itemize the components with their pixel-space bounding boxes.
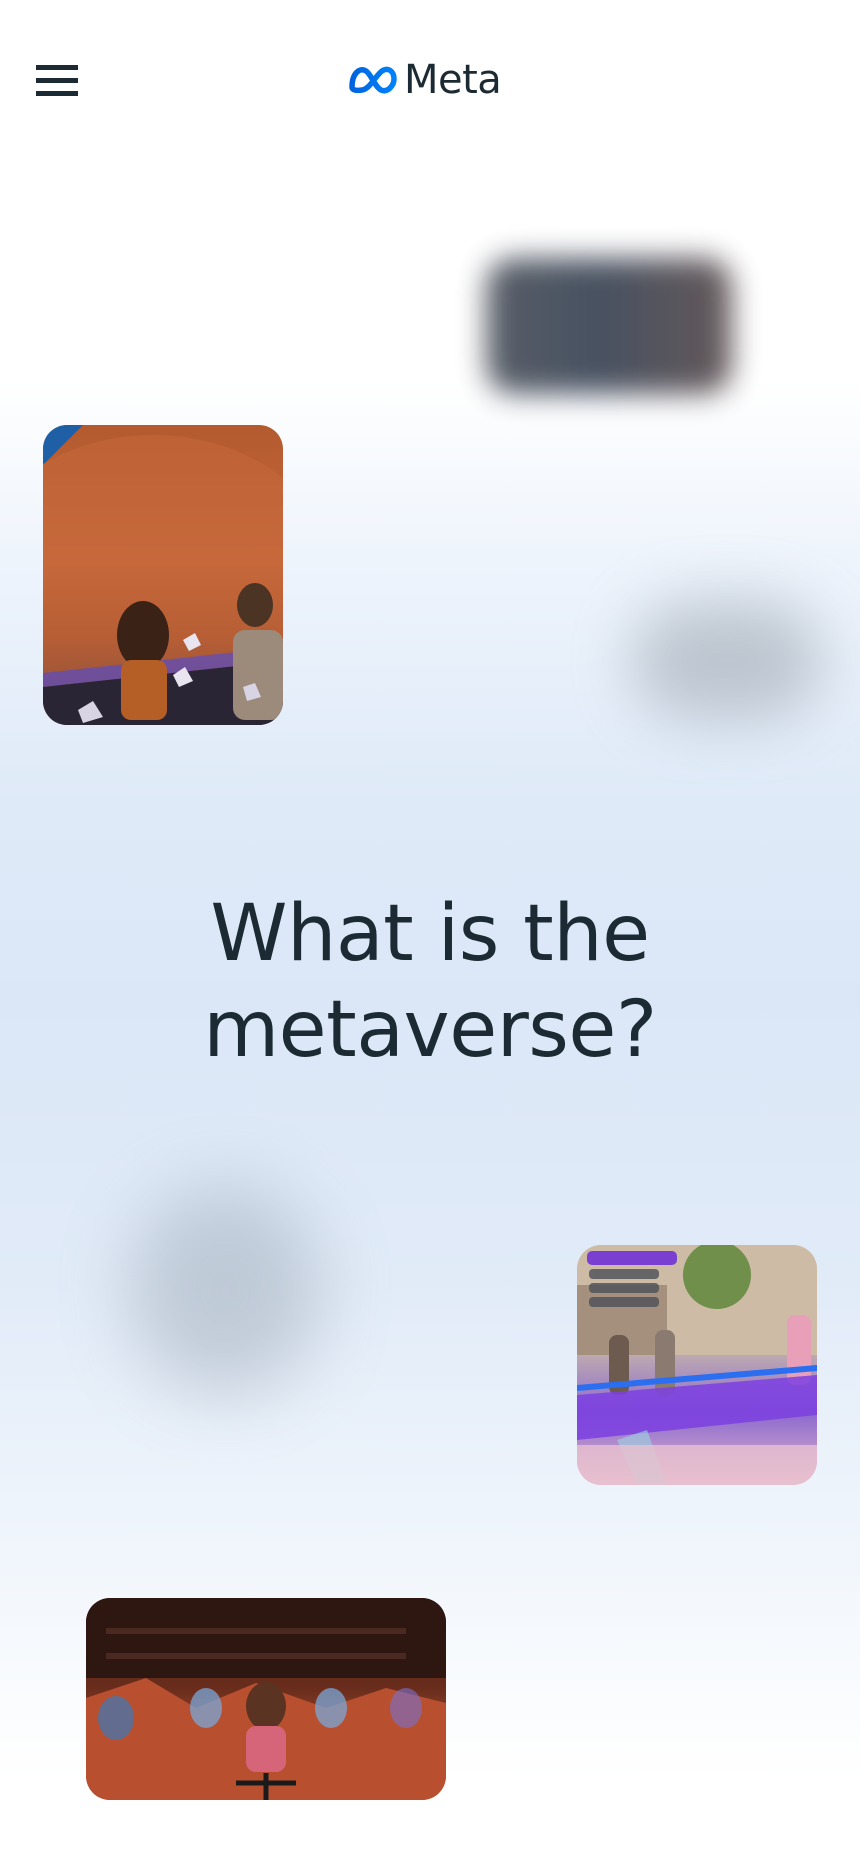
- cycling-class-image: [86, 1598, 446, 1800]
- mars-viewing-card: [43, 425, 283, 725]
- meta-logo-link[interactable]: Meta: [348, 56, 502, 104]
- blurred-media-tile: [130, 1185, 320, 1395]
- hero-heading: What is the metaverse?: [0, 886, 860, 1078]
- hamburger-menu-icon: [36, 65, 78, 96]
- blurred-media-tile: [486, 258, 732, 394]
- menu-button[interactable]: [36, 52, 100, 108]
- meta-infinity-logo-icon: [349, 66, 397, 94]
- hero-heading-line-1: What is the: [210, 889, 650, 979]
- blurred-media-tile: [632, 600, 822, 720]
- ping-pong-card: [577, 1245, 817, 1485]
- hero-heading-line-2: metaverse?: [203, 985, 657, 1075]
- mars-viewing-image: [43, 425, 283, 725]
- ping-pong-image: [577, 1245, 817, 1485]
- site-header: Meta: [0, 0, 860, 160]
- cycling-class-card: [86, 1598, 446, 1800]
- logo-wordmark: Meta: [404, 57, 502, 103]
